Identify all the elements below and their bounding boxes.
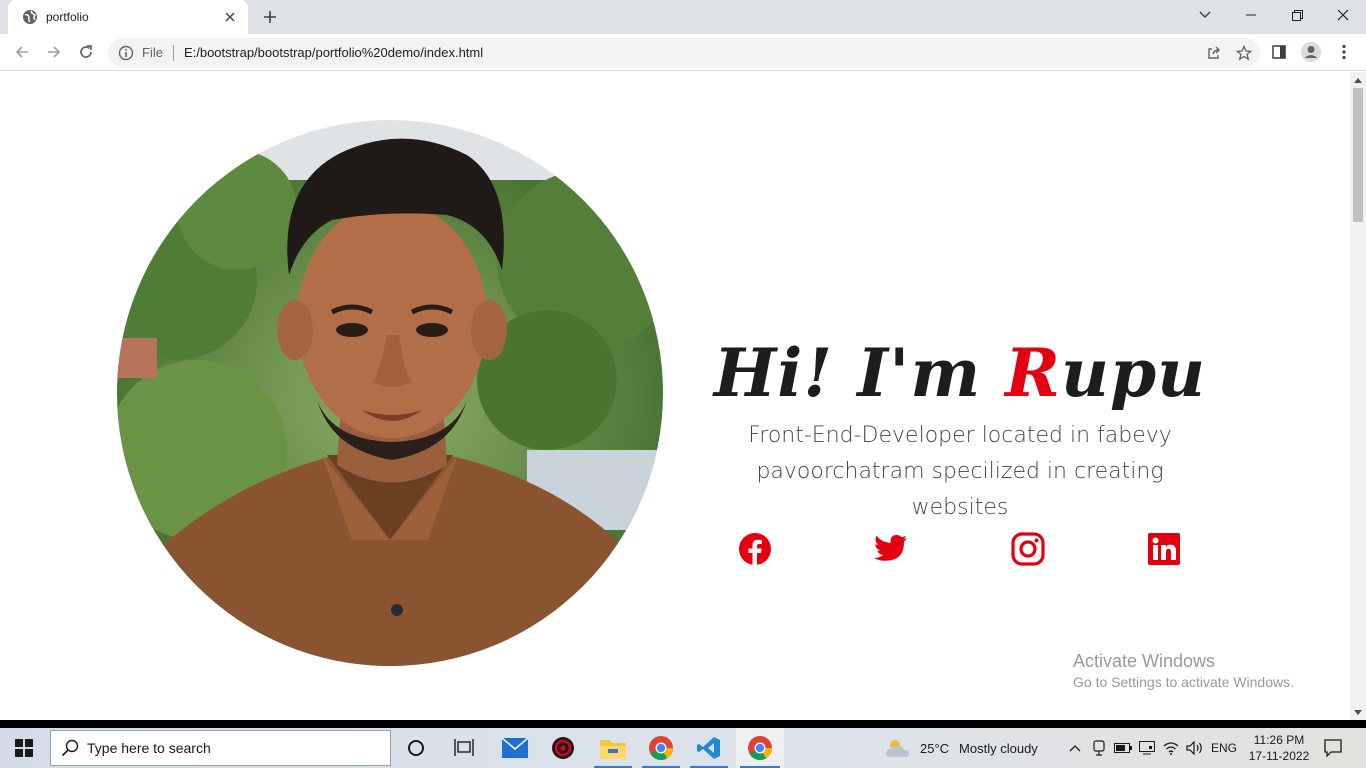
linkedin-icon[interactable]	[1146, 531, 1182, 567]
show-hidden-icons-chevron-icon[interactable]	[1064, 728, 1086, 768]
taskbar-clock[interactable]: 11:26 PM 17-11-2022	[1244, 732, 1314, 764]
twitter-icon[interactable]	[873, 531, 909, 567]
language-label: ENG	[1210, 741, 1237, 755]
scrollbar-thumb[interactable]	[1353, 88, 1363, 222]
notifications-icon[interactable]	[1318, 728, 1348, 768]
globe-icon	[22, 9, 38, 25]
scroll-up-arrow-icon[interactable]	[1350, 72, 1366, 88]
page-scrollbar[interactable]	[1350, 72, 1366, 720]
tab-title: portfolio	[46, 10, 89, 24]
cortana-icon[interactable]	[394, 728, 438, 768]
info-icon[interactable]	[118, 45, 134, 61]
close-window-button[interactable]	[1320, 0, 1366, 30]
instagram-icon[interactable]	[1010, 531, 1046, 567]
headline-prefix: Hi! I'm	[713, 334, 1006, 412]
clock-time: 11:26 PM	[1253, 733, 1305, 747]
browser-tab[interactable]: portfolio	[8, 0, 248, 34]
file-explorer-icon[interactable]	[590, 728, 636, 768]
menu-kebab-icon[interactable]	[1330, 38, 1358, 66]
headline-suffix: upu	[1061, 334, 1207, 412]
page-content: Hi! I'm Rupu Front-End-Developer located…	[0, 72, 1350, 720]
search-icon	[61, 739, 79, 757]
tab-search-chevron-icon[interactable]	[1182, 0, 1228, 30]
new-tab-button[interactable]	[258, 5, 282, 29]
wifi-icon[interactable]	[1160, 728, 1182, 768]
weather-description: Mostly cloudy	[959, 740, 1038, 756]
battery-icon[interactable]	[1112, 728, 1134, 768]
bookmark-star-icon[interactable]	[1230, 39, 1258, 67]
omnibox-separator	[172, 44, 174, 61]
volume-icon[interactable]	[1184, 728, 1206, 768]
start-button[interactable]	[0, 728, 48, 768]
security-app-icon[interactable]	[540, 728, 586, 768]
taskbar-search-box[interactable]: Type here to search	[50, 730, 391, 766]
hero-headline: Hi! I'm Rupu	[700, 334, 1220, 412]
browser-toolbar: File E:/bootstrap/bootstrap/portfolio%20…	[0, 34, 1366, 71]
minimize-button[interactable]	[1228, 0, 1274, 30]
chrome-app-icon[interactable]	[638, 728, 684, 768]
chrome-active-app-icon[interactable]	[736, 728, 784, 768]
scroll-down-arrow-icon[interactable]	[1350, 704, 1366, 720]
tab-strip: portfolio	[0, 0, 1366, 34]
forward-button[interactable]	[40, 38, 68, 66]
input-language[interactable]: ENG	[1208, 728, 1240, 768]
headline-accent-letter: R	[1005, 334, 1061, 412]
search-placeholder: Type here to search	[87, 740, 211, 756]
activate-windows-watermark: Activate Windows Go to Settings to activ…	[1073, 650, 1294, 692]
task-view-icon[interactable]	[442, 728, 486, 768]
windows-logo-icon	[15, 739, 33, 757]
network-adapter-icon[interactable]	[1136, 728, 1158, 768]
vscode-app-icon[interactable]	[686, 728, 732, 768]
side-panel-icon[interactable]	[1265, 38, 1293, 66]
hero-text: Hi! I'm Rupu Front-End-Developer located…	[700, 334, 1220, 526]
back-button[interactable]	[8, 38, 36, 66]
profile-photo	[117, 120, 663, 666]
clock-date: 17-11-2022	[1248, 749, 1310, 763]
taskbar-border	[0, 720, 1366, 728]
watermark-subtitle: Go to Settings to activate Windows.	[1073, 674, 1294, 690]
profile-avatar-icon[interactable]	[1297, 38, 1325, 66]
cloudy-weather-icon	[886, 740, 909, 757]
social-links	[737, 531, 1187, 571]
share-icon[interactable]	[1200, 39, 1228, 67]
restore-button[interactable]	[1274, 0, 1320, 30]
windows-taskbar: Type here to search 25°C Mostly cloudy E…	[0, 728, 1366, 768]
watermark-title: Activate Windows	[1073, 651, 1216, 671]
reload-button[interactable]	[72, 38, 100, 66]
address-bar[interactable]: File E:/bootstrap/bootstrap/portfolio%20…	[108, 38, 1260, 67]
url-text[interactable]: E:/bootstrap/bootstrap/portfolio%20demo/…	[184, 45, 1200, 60]
mail-app-icon[interactable]	[492, 728, 538, 768]
scheme-label: File	[142, 45, 163, 60]
close-tab-icon[interactable]	[222, 9, 238, 25]
weather-temperature: 25°C	[920, 740, 950, 756]
usb-device-icon[interactable]	[1088, 728, 1110, 768]
facebook-icon[interactable]	[737, 531, 773, 567]
weather-widget[interactable]: 25°C Mostly cloudy	[884, 728, 1054, 768]
hero-tagline: Front-End-Developer located in fabevy pa…	[748, 423, 1172, 520]
